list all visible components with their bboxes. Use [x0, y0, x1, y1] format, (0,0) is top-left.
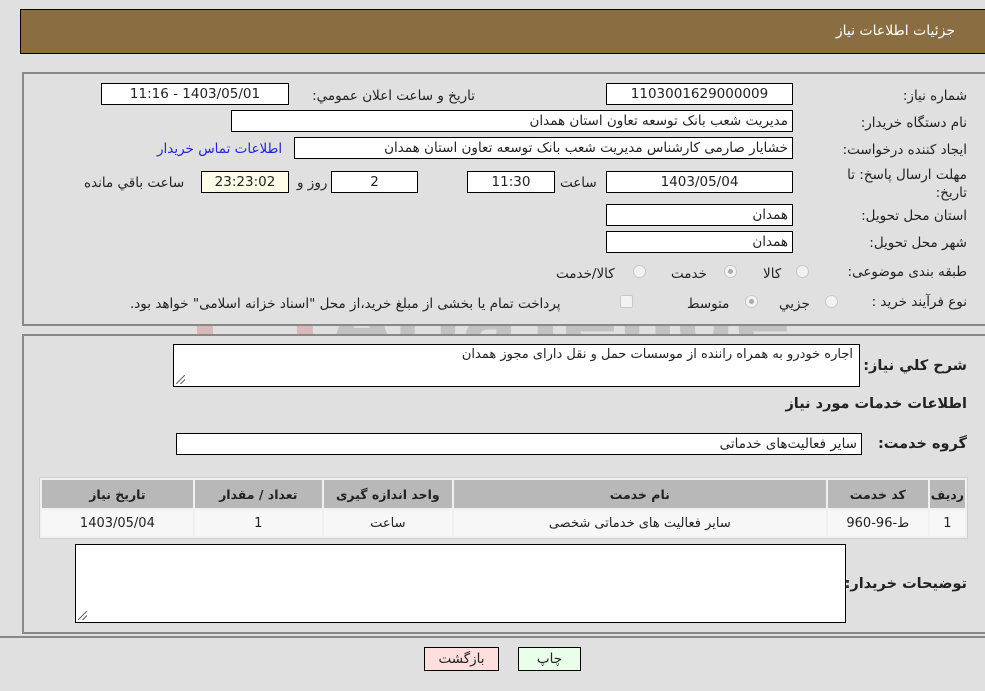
deadline-time-field: 11:30	[467, 171, 555, 193]
requester-field: خشایار صارمی کارشناس مدیریت شعب بانک توس…	[294, 137, 793, 159]
cell-unit: ساعت	[323, 510, 452, 536]
cell-service-code: ط-96-960	[827, 510, 928, 536]
treasury-checkbox[interactable]	[620, 295, 633, 308]
category-label: طبقه بندی موضوعی:	[847, 264, 967, 280]
days-label: روز و	[297, 175, 328, 191]
delivery-city-label: شهر محل تحویل:	[869, 235, 967, 251]
days-remaining-field: 2	[331, 171, 418, 193]
time-remaining-label: ساعت باقي مانده	[84, 175, 185, 191]
description-textarea[interactable]: اجاره خودرو به همراه راننده از موسسات حم…	[173, 344, 860, 387]
services-heading: اطلاعات خدمات مورد نیاز	[785, 396, 967, 412]
buyer-org-label: نام دستگاه خریدار:	[860, 115, 967, 131]
footer-divider	[0, 636, 985, 638]
purchase-type-option-medium: متوسط	[687, 296, 730, 312]
description-text: اجاره خودرو به همراه راننده از موسسات حم…	[461, 347, 853, 362]
print-button[interactable]: چاپ	[518, 647, 581, 671]
announce-datetime-field: 1403/05/01 - 11:16	[101, 83, 289, 105]
buyer-notes-textarea[interactable]	[75, 544, 846, 623]
delivery-province-label: استان محل تحویل:	[861, 208, 967, 224]
category-radio-service[interactable]	[724, 265, 737, 278]
delivery-province-field: همدان	[606, 204, 793, 226]
category-radio-goods-service[interactable]	[633, 265, 646, 278]
cell-quantity: 1	[194, 510, 322, 536]
category-radio-goods[interactable]	[796, 265, 809, 278]
buyer-notes-label: توضیحات خریدار:	[844, 576, 967, 592]
deadline-time-label: ساعت	[560, 175, 597, 191]
page-title: جزئیات اطلاعات نیاز	[835, 23, 955, 39]
category-option-service: خدمت	[671, 266, 707, 282]
table-header-row: ردیف کد خدمت نام خدمت واحد اندازه گیری ت…	[42, 480, 965, 508]
deadline-label: مهلت ارسال پاسخ: تا تاریخ:	[847, 167, 967, 201]
buyer-contact-link[interactable]: اطلاعات تماس خریدار	[157, 141, 282, 157]
treasury-note: پرداخت تمام یا بخشی از مبلغ خرید،از محل …	[130, 296, 561, 312]
service-group-label: گروه خدمت:	[877, 436, 967, 452]
col-header-row-number: ردیف	[929, 480, 965, 508]
requester-label: ایجاد کننده درخواست:	[842, 142, 967, 158]
col-header-need-date: تاریخ نیاز	[42, 480, 193, 508]
category-option-goods-service: کالا/خدمت	[556, 266, 615, 282]
purchase-type-option-minor: جزیي	[779, 296, 810, 312]
category-option-goods: کالا	[763, 266, 782, 282]
purchase-type-radio-medium[interactable]	[745, 295, 758, 308]
purchase-type-radio-minor[interactable]	[825, 295, 838, 308]
col-header-quantity: تعداد / مقدار	[194, 480, 322, 508]
col-header-service-name: نام خدمت	[453, 480, 826, 508]
purchase-type-label: نوع فرآیند خرید :	[871, 294, 967, 310]
delivery-city-field: همدان	[606, 231, 793, 253]
service-group-field: سایر فعالیت‌های خدماتی	[176, 433, 862, 455]
deadline-date-field: 1403/05/04	[606, 171, 793, 193]
services-table: ردیف کد خدمت نام خدمت واحد اندازه گیری ت…	[39, 477, 968, 539]
announce-datetime-label: تاریخ و ساعت اعلان عمومي:	[312, 88, 475, 104]
time-remaining-field: 23:23:02	[201, 171, 289, 193]
buyer-org-field: مدیریت شعب بانک توسعه تعاون استان همدان	[231, 110, 793, 132]
col-header-service-code: کد خدمت	[827, 480, 928, 508]
resize-grip-icon[interactable]	[78, 611, 87, 620]
cell-need-date: 1403/05/04	[42, 510, 193, 536]
need-number-field: 1103001629000009	[606, 83, 793, 105]
description-label: شرح کلي نیاز:	[863, 358, 967, 374]
need-number-label: شماره نیاز:	[902, 88, 967, 104]
table-row: 1 ط-96-960 سایر فعالیت های خدماتی شخصی س…	[42, 510, 965, 536]
cell-service-name: سایر فعالیت های خدماتی شخصی	[453, 510, 826, 536]
back-button[interactable]: بازگشت	[424, 647, 499, 671]
resize-grip-icon[interactable]	[176, 375, 185, 384]
page-header: جزئیات اطلاعات نیاز	[20, 9, 985, 54]
cell-row-number: 1	[929, 510, 965, 536]
col-header-unit: واحد اندازه گیری	[323, 480, 452, 508]
